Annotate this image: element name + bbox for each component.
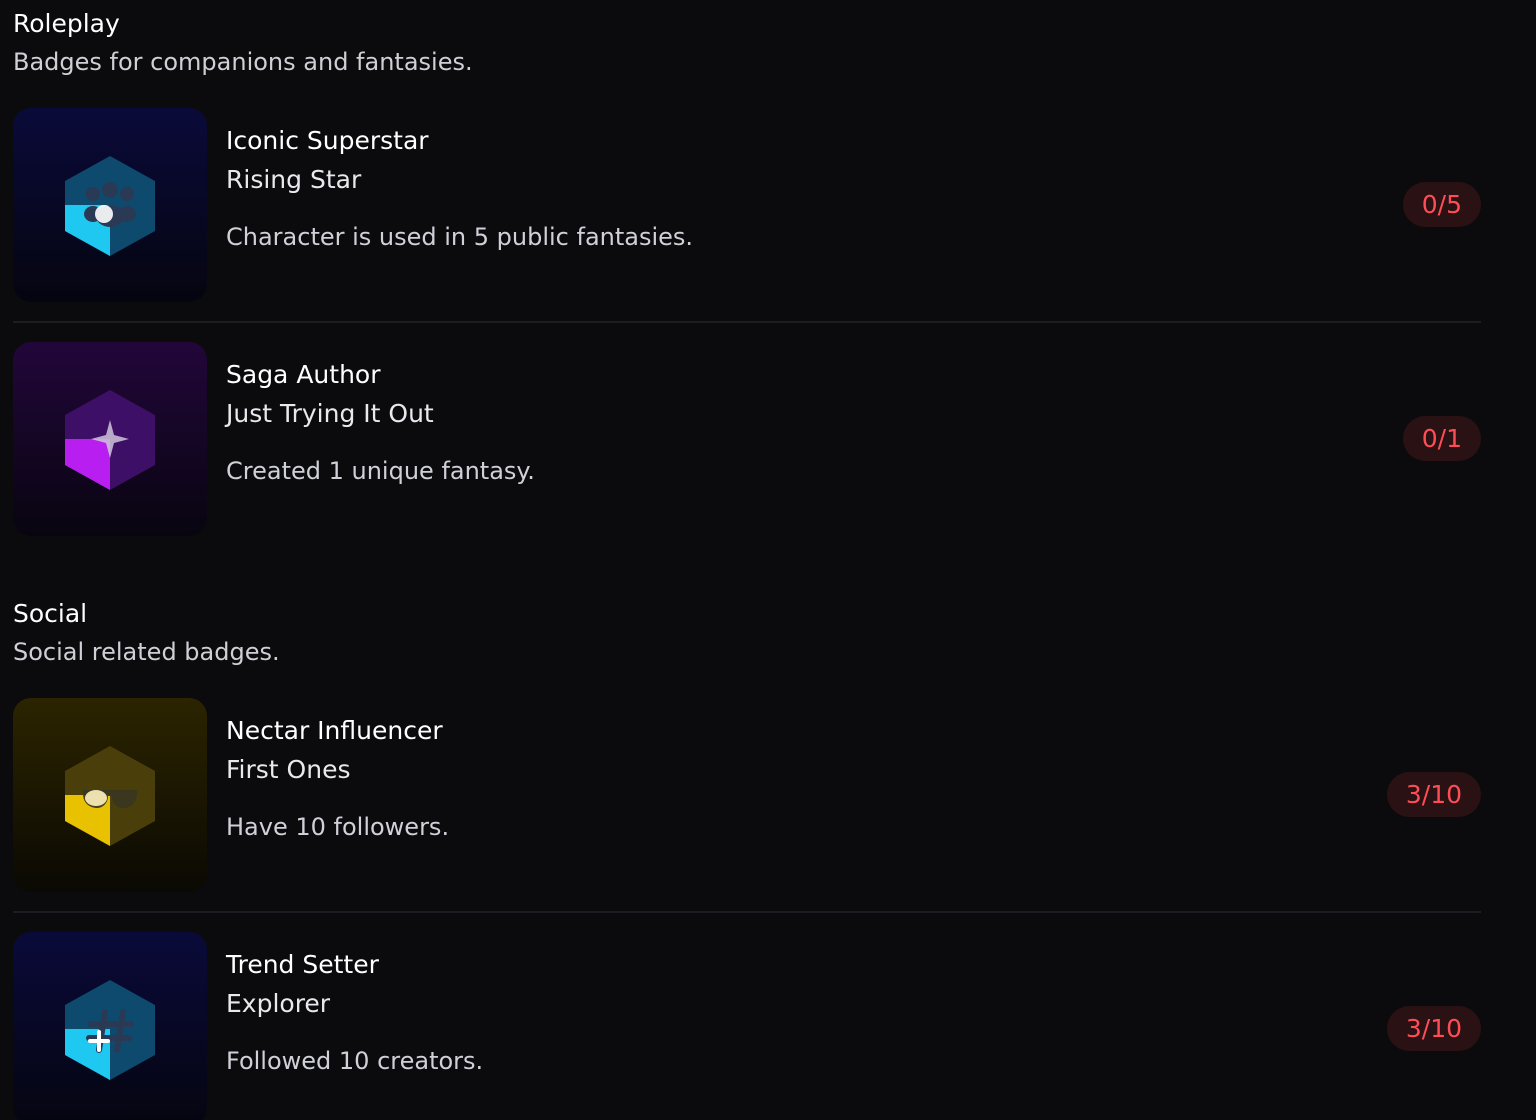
badge-card-trend-setter[interactable]: Trend Setter Explorer Followed 10 creato… — [13, 932, 1481, 1120]
badge-description: Followed 10 creators. — [226, 1047, 484, 1075]
badge-name: Nectar Influencer — [226, 716, 443, 745]
section-title-roleplay: Roleplay — [13, 9, 120, 38]
sparkle-icon — [13, 342, 207, 536]
badge-description: Have 10 followers. — [226, 813, 450, 841]
badge-tier: Explorer — [226, 989, 331, 1018]
section-description-social: Social related badges. — [13, 638, 280, 666]
progress-badge: 0/5 — [1402, 182, 1481, 227]
divider — [13, 321, 1481, 323]
badge-name: Saga Author — [226, 360, 381, 389]
badge-card-nectar-influencer[interactable]: Nectar Influencer First Ones Have 10 fol… — [13, 698, 1481, 892]
badge-card-iconic-superstar[interactable]: Iconic Superstar Rising Star Character i… — [13, 108, 1481, 302]
badge-description: Created 1 unique fantasy. — [226, 457, 535, 485]
badge-card-saga-author[interactable]: Saga Author Just Trying It Out Created 1… — [13, 342, 1481, 536]
badge-description: Character is used in 5 public fantasies. — [226, 223, 694, 251]
sunglasses-icon — [13, 698, 207, 892]
badge-name: Trend Setter — [226, 950, 379, 979]
hashtag-icon — [13, 932, 207, 1120]
progress-badge: 3/10 — [1386, 1006, 1481, 1051]
progress-badge: 0/1 — [1402, 416, 1481, 461]
group-people-icon — [13, 108, 207, 302]
badge-name: Iconic Superstar — [226, 126, 429, 155]
badge-tier: Rising Star — [226, 165, 362, 194]
section-description-roleplay: Badges for companions and fantasies. — [13, 48, 473, 76]
divider — [13, 911, 1481, 913]
badge-tier: First Ones — [226, 755, 351, 784]
progress-badge: 3/10 — [1386, 772, 1481, 817]
badge-tier: Just Trying It Out — [226, 399, 434, 428]
section-title-social: Social — [13, 599, 88, 628]
